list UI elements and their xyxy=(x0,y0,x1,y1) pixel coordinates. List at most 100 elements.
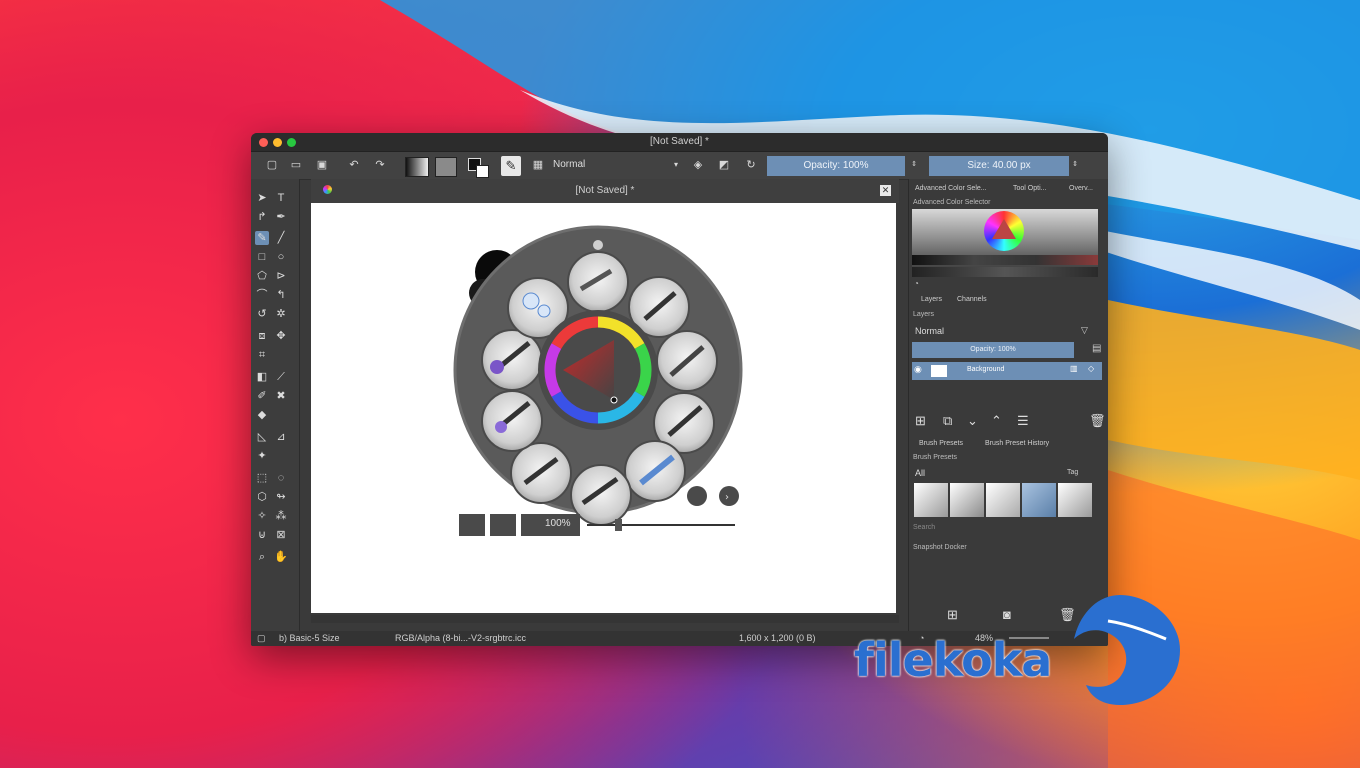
fg-bg-color-icon[interactable] xyxy=(468,158,489,178)
brush-preset-1[interactable] xyxy=(567,251,629,313)
tag-selector-button[interactable] xyxy=(687,486,707,506)
save-icon[interactable]: ▣ xyxy=(315,158,329,172)
size-slider[interactable]: Size: 40.00 px xyxy=(929,156,1069,176)
blend-dropdown-icon[interactable]: ▾ xyxy=(669,158,683,172)
tab-overview[interactable]: Overv... xyxy=(1069,185,1093,192)
layer-row-background[interactable]: ◉ Background ▥ ◇ xyxy=(912,362,1102,380)
transform-tool-icon[interactable]: ⧈ xyxy=(255,329,269,343)
smart-patch-icon[interactable]: ✖ xyxy=(274,389,288,403)
brush-preset-7[interactable] xyxy=(510,442,572,504)
move-layer-down-icon[interactable]: ⌄ xyxy=(967,413,978,429)
layer-alpha-icon[interactable]: ◇ xyxy=(1088,364,1094,373)
tab-tool-options[interactable]: Tool Opti... xyxy=(1013,185,1046,192)
freehand-path-icon[interactable]: ↰ xyxy=(274,288,288,302)
brush-search[interactable]: Search xyxy=(913,524,935,531)
duplicate-layer-icon[interactable]: ⧉ xyxy=(943,413,952,429)
layer-lock-icon[interactable]: ▥ xyxy=(1070,364,1078,373)
tab-advanced-color[interactable]: Advanced Color Sele... xyxy=(915,185,987,192)
select-shapes-icon[interactable]: ➤ xyxy=(255,191,269,205)
brush-filter-select[interactable]: All xyxy=(915,468,925,478)
calligraphy-icon[interactable]: ✒ xyxy=(274,210,288,224)
polygon-tool-icon[interactable]: ⬠ xyxy=(255,269,269,283)
color-picker-marker[interactable] xyxy=(610,396,618,404)
move-tool-icon[interactable]: ✥ xyxy=(274,329,288,343)
tab-layers[interactable]: Layers xyxy=(921,296,942,303)
close-document-icon[interactable]: ✕ xyxy=(880,185,891,196)
brush-preset-icon[interactable]: ✎ xyxy=(501,156,521,176)
reload-preset-icon[interactable]: ↻ xyxy=(744,158,758,172)
preset-thumb[interactable] xyxy=(1058,483,1092,517)
visibility-eye-icon[interactable]: ◉ xyxy=(914,364,922,375)
freehand-brush-icon[interactable]: ✎ xyxy=(255,231,269,245)
tab-brush-history[interactable]: Brush Preset History xyxy=(985,440,1049,447)
blend-mode-select[interactable]: Normal xyxy=(553,159,679,173)
multibrush-icon[interactable]: ✲ xyxy=(274,307,288,321)
zoom-slider-handle[interactable] xyxy=(615,519,622,531)
color-picker-icon[interactable]: ⟋ xyxy=(274,370,288,384)
preserve-alpha-icon[interactable]: ◩ xyxy=(717,158,731,172)
layer-filter-icon[interactable]: ▽ xyxy=(1081,325,1088,336)
preset-thumb[interactable] xyxy=(986,483,1020,517)
color-triangle[interactable] xyxy=(992,219,1016,239)
polyline-tool-icon[interactable]: ⊳ xyxy=(274,269,288,283)
brush-preset-5[interactable] xyxy=(624,440,686,502)
move-layer-up-icon[interactable]: ⌃ xyxy=(991,413,1002,429)
open-folder-icon[interactable]: ▭ xyxy=(289,158,303,172)
pattern-swatch[interactable] xyxy=(435,157,457,177)
perspective-grid-icon[interactable]: ⊿ xyxy=(274,430,288,444)
preset-thumb-selected[interactable] xyxy=(1022,483,1056,517)
bezier-select-icon[interactable]: ⊍ xyxy=(255,528,269,542)
workspace-grid-icon[interactable]: ▦ xyxy=(531,158,545,172)
brush-preset-8[interactable] xyxy=(481,390,543,452)
undo-icon[interactable]: ↶ xyxy=(347,158,361,172)
horizontal-scrollbar[interactable] xyxy=(311,615,899,623)
new-document-icon[interactable]: ▢ xyxy=(265,158,279,172)
dynamic-brush-icon[interactable]: ↺ xyxy=(255,307,269,321)
reference-pin-icon[interactable]: ✦ xyxy=(255,449,269,463)
layer-properties-icon[interactable]: ☰ xyxy=(1017,413,1029,429)
rotate-handle[interactable] xyxy=(593,240,603,250)
tab-channels[interactable]: Channels xyxy=(957,296,987,303)
ellipse-select-icon[interactable]: ◌ xyxy=(274,471,288,485)
add-layer-icon[interactable]: ⊞ xyxy=(915,413,926,429)
fill-tool-icon[interactable]: ◆ xyxy=(255,408,269,422)
advanced-color-selector[interactable] xyxy=(912,209,1098,277)
eraser-mode-icon[interactable]: ◈ xyxy=(691,158,705,172)
crop-tool-icon[interactable]: ⌗ xyxy=(255,348,269,362)
magnetic-select-icon[interactable]: ⊠ xyxy=(274,528,288,542)
zoom-tool-icon[interactable]: ⌕ xyxy=(255,550,269,564)
brush-preset-9[interactable] xyxy=(481,329,543,391)
bezier-tool-icon[interactable]: ⌒ xyxy=(255,288,269,302)
gradient-tool-icon[interactable]: ◧ xyxy=(255,370,269,384)
freehand-select-icon[interactable]: ↬ xyxy=(274,490,288,504)
canvas-only-button[interactable] xyxy=(490,514,516,536)
brush-preset-3[interactable] xyxy=(656,330,718,392)
rectangle-tool-icon[interactable]: □ xyxy=(255,250,269,264)
redo-icon[interactable]: ↷ xyxy=(373,158,387,172)
mirror-canvas-button[interactable] xyxy=(459,514,485,536)
preset-thumb[interactable] xyxy=(950,483,984,517)
brush-tag-label[interactable]: Tag xyxy=(1067,469,1078,476)
layer-opacity-slider[interactable]: Opacity: 100% xyxy=(912,342,1074,358)
delete-layer-icon[interactable]: 🗑 xyxy=(1089,413,1106,429)
opacity-slider[interactable]: Opacity: 100% xyxy=(767,156,905,176)
text-tool-icon[interactable]: T xyxy=(274,191,288,205)
pan-tool-icon[interactable]: ✋ xyxy=(274,550,288,564)
edit-shapes-icon[interactable]: ↱ xyxy=(255,210,269,224)
color-settings-icon[interactable]: ◔ xyxy=(914,279,919,288)
size-spin-icon[interactable]: ⇕ xyxy=(1068,158,1082,172)
opacity-spin-icon[interactable]: ⇕ xyxy=(907,158,921,172)
tab-brush-presets[interactable]: Brush Presets xyxy=(919,440,963,447)
colorize-mask-icon[interactable]: ✐ xyxy=(255,389,269,403)
layer-blend-select[interactable]: Normal xyxy=(915,326,1067,336)
similar-select-icon[interactable]: ⁂ xyxy=(274,509,288,523)
next-tag-button[interactable] xyxy=(719,486,739,506)
assistant-tool-icon[interactable]: ◺ xyxy=(255,430,269,444)
drawing-canvas[interactable]: › 100% xyxy=(311,203,896,613)
document-tab[interactable]: [Not Saved] * ✕ xyxy=(311,179,899,203)
ellipse-tool-icon[interactable]: ○ xyxy=(274,250,288,264)
rect-select-icon[interactable]: ⬚ xyxy=(255,471,269,485)
gradient-swatch[interactable] xyxy=(405,157,429,177)
line-tool-icon[interactable]: ╱ xyxy=(274,231,288,245)
preset-thumb[interactable] xyxy=(914,483,948,517)
